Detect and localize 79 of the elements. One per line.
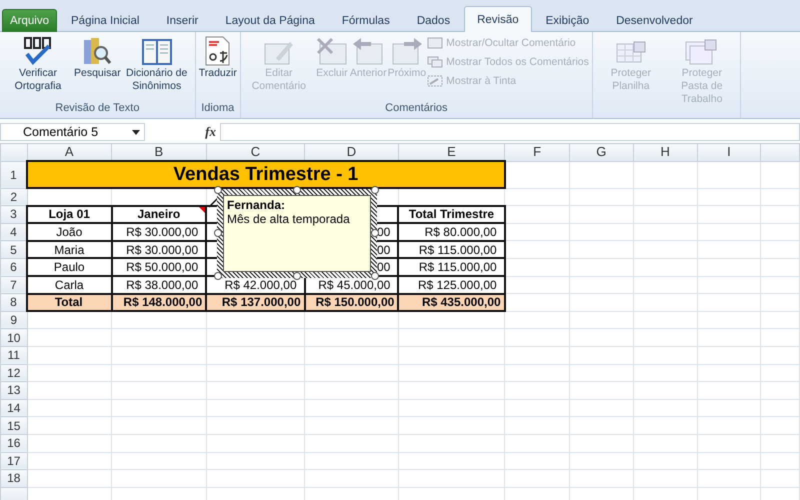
column-header[interactable]: B [112, 144, 206, 162]
ribbon-tab[interactable]: Página Inicial [58, 9, 152, 32]
row-header[interactable]: 4 [0, 223, 27, 241]
ribbon-tab[interactable]: Revisão [464, 6, 532, 32]
table-cell: R$ 30.000,00 [112, 240, 206, 258]
comment-frame[interactable]: Fernanda: Mês de alta temporada [217, 189, 377, 278]
row-header[interactable]: 9 [0, 311, 27, 329]
ribbon-button[interactable]: Pesquisar [74, 35, 121, 102]
table-cell: Paulo [27, 258, 112, 276]
resize-handle[interactable] [214, 272, 222, 280]
row-header[interactable]: 1 [0, 161, 27, 188]
caret-icon [132, 130, 140, 134]
row-header[interactable]: 5 [0, 240, 27, 258]
ribbon-tab[interactable]: Arquivo [2, 9, 57, 32]
ribbon-tab[interactable]: Dados [404, 9, 464, 32]
row-header[interactable]: 12 [0, 364, 27, 382]
title-cell: Vendas Trimestre - 1 [27, 161, 505, 188]
ribbon-button[interactable]: Dicionário de Sinônimos [122, 35, 192, 102]
comment-box[interactable]: Fernanda: Mês de alta temporada [223, 195, 371, 272]
row-header[interactable]: 7 [0, 276, 27, 294]
resize-handle[interactable] [371, 186, 379, 194]
table-cell: R$ 80.000,00 [398, 223, 505, 241]
table-cell: João [27, 223, 112, 241]
table-cell: Maria [27, 240, 112, 258]
table-cell: Loja 01 [27, 206, 112, 224]
resize-handle[interactable] [371, 272, 379, 280]
delete-note-icon [314, 35, 349, 67]
row-header[interactable]: 3 [0, 206, 27, 224]
resize-handle[interactable] [293, 272, 301, 280]
comment-author: Fernanda: [227, 198, 286, 212]
row-header[interactable]: 16 [0, 434, 27, 452]
column-header[interactable]: I [697, 144, 761, 162]
row-header[interactable]: 17 [0, 452, 27, 470]
group-label: Revisão de Texto [54, 102, 140, 116]
name-box[interactable]: Comentário 5 [0, 123, 145, 141]
group-label: Idioma [200, 102, 236, 116]
comment-indicator-icon [199, 206, 206, 213]
row-header[interactable]: 13 [0, 382, 27, 400]
row-header[interactable]: 2 [0, 188, 27, 206]
ribbon-tab[interactable]: Layout da Página [212, 9, 328, 32]
resize-handle[interactable] [214, 186, 222, 194]
table-cell: Total Trimestre [398, 206, 505, 224]
next-note-icon [390, 35, 424, 67]
row-header[interactable]: 15 [0, 416, 27, 434]
column-header[interactable]: G [569, 144, 634, 162]
ink-icon [427, 75, 444, 87]
row-header[interactable]: 6 [0, 258, 27, 276]
row-header[interactable]: 14 [0, 399, 27, 417]
group-label: Comentários [384, 102, 449, 116]
column-header[interactable]: F [504, 144, 570, 162]
column-header[interactable]: C [206, 144, 305, 162]
table-cell: R$ 115.000,00 [398, 240, 505, 258]
row-header[interactable]: 8 [0, 294, 27, 312]
row-header[interactable]: 18 [0, 470, 27, 488]
column-header[interactable]: H [633, 144, 698, 162]
ribbon-tab[interactable]: Exibição [532, 9, 602, 32]
note-icon [427, 37, 444, 49]
comment-text: Mês de alta temporada [227, 212, 351, 226]
resize-handle[interactable] [214, 229, 222, 237]
notes-icon [427, 56, 444, 68]
table-cell: Janeiro [112, 206, 206, 224]
column-header[interactable]: E [398, 144, 505, 162]
ribbon-tab[interactable]: Fórmulas [328, 9, 403, 32]
ribbon-tab[interactable]: Inserir [153, 9, 212, 32]
row-header[interactable]: 11 [0, 346, 27, 364]
ribbon-button[interactable]: Verificar Ortografia [3, 35, 73, 102]
resize-handle[interactable] [293, 186, 301, 194]
table-cell: R$ 115.000,00 [398, 258, 505, 276]
row-header[interactable]: 10 [0, 328, 27, 346]
column-header[interactable]: D [304, 144, 398, 162]
column-header[interactable]: A [27, 144, 112, 162]
table-cell: R$ 50.000,00 [112, 258, 206, 276]
table-cell: R$ 30.000,00 [112, 223, 206, 241]
resize-handle[interactable] [371, 229, 379, 237]
previous-note-icon [351, 35, 386, 67]
formula-input[interactable] [220, 123, 800, 141]
ribbon-button[interactable]: Traduzir [198, 35, 237, 102]
function-label[interactable]: fx [205, 124, 216, 140]
ribbon-tab[interactable]: Desenvolvedor [603, 9, 706, 32]
